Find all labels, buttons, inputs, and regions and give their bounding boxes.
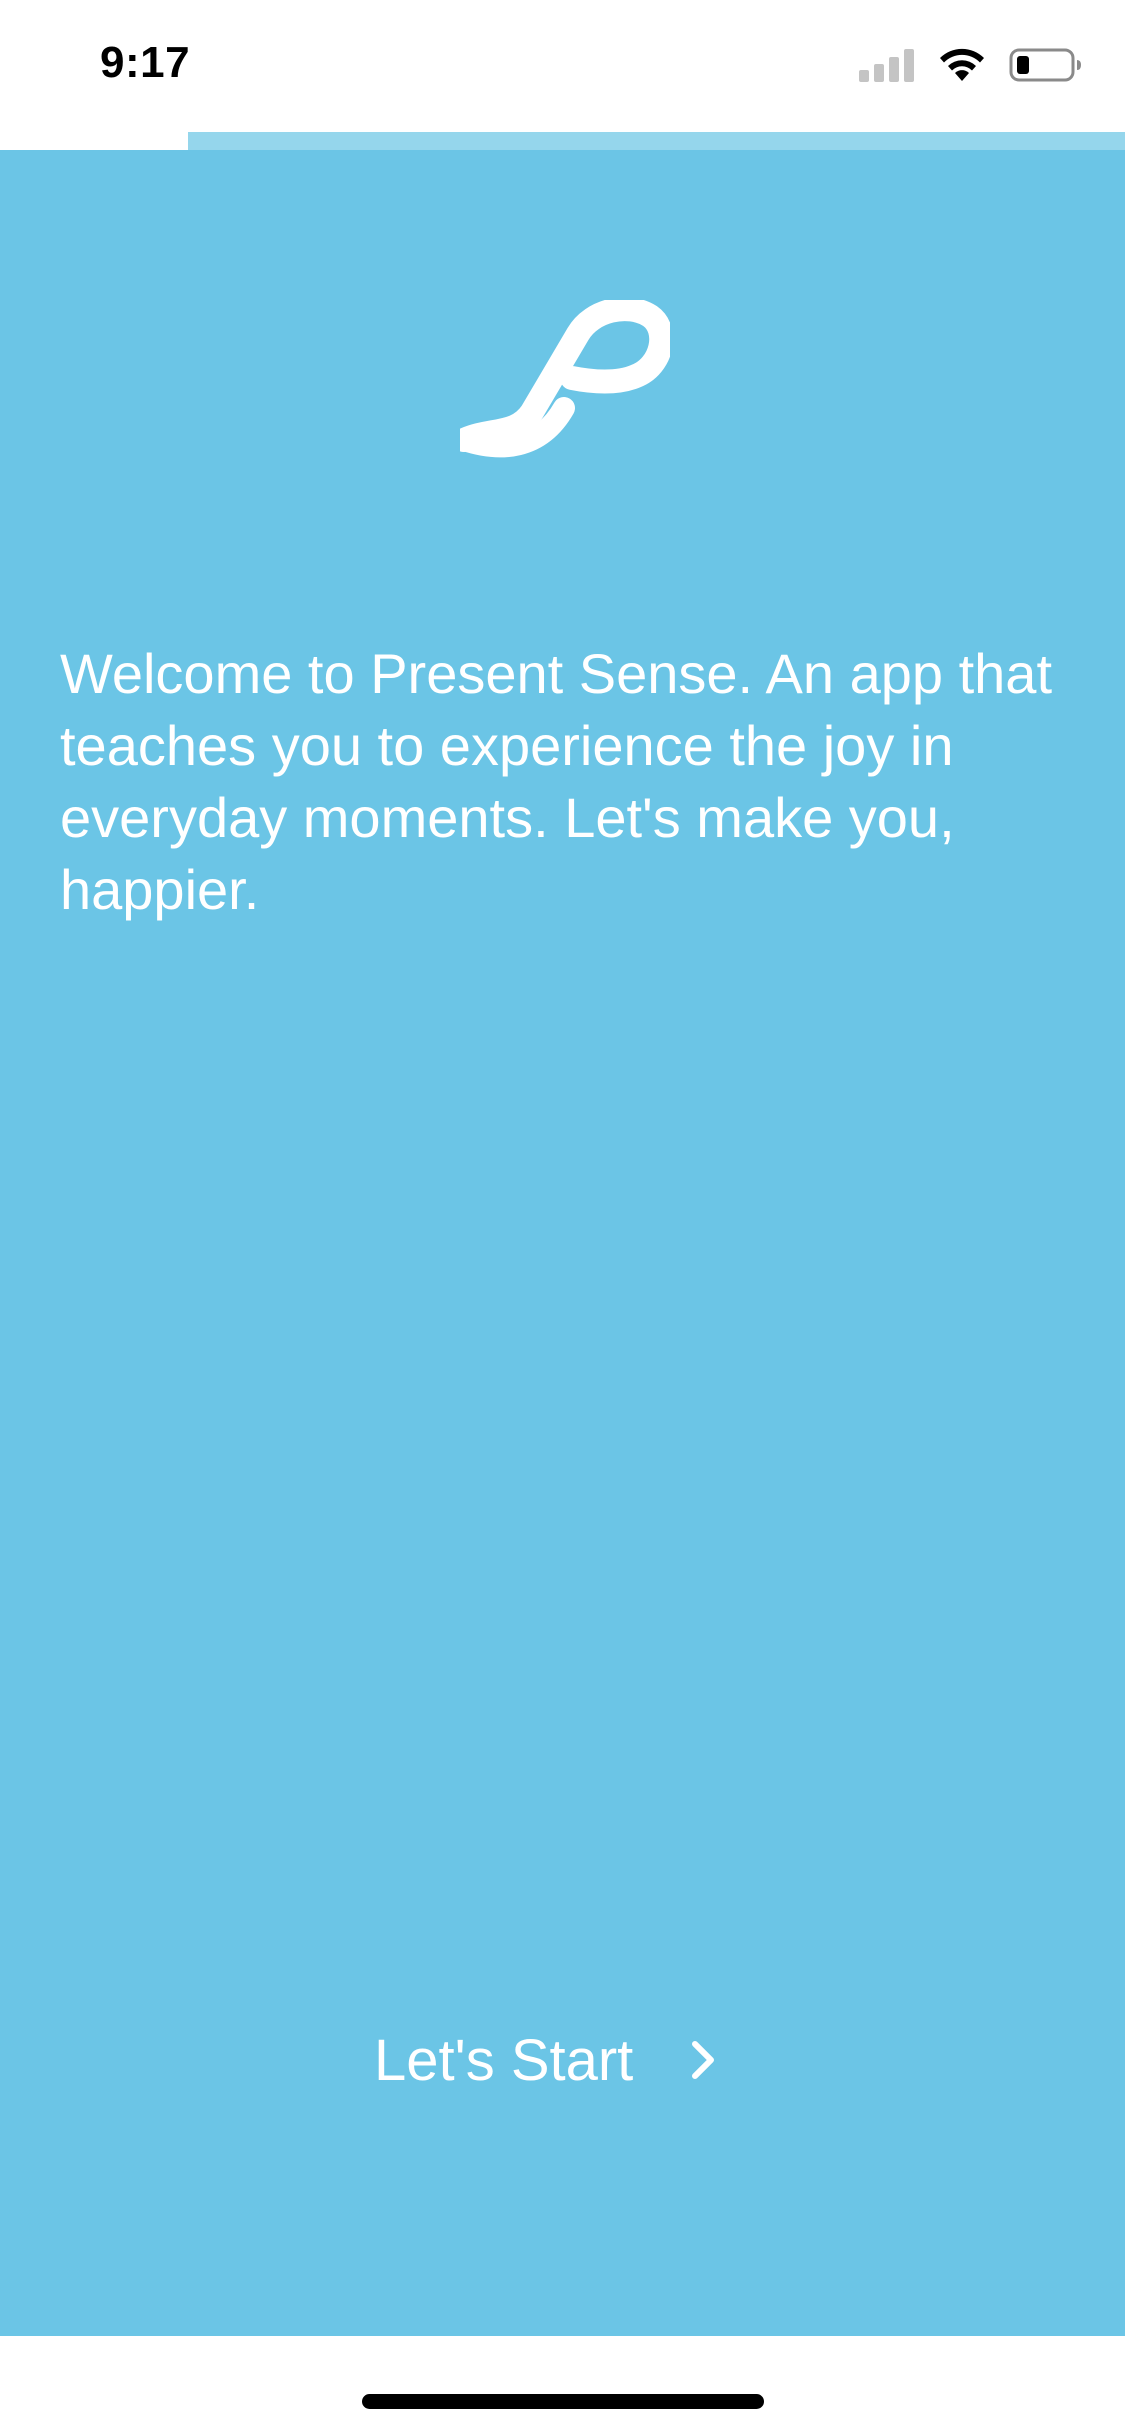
lets-start-button[interactable]: Let's Start [360,2010,770,2110]
onboarding-progress-fill [0,132,188,150]
present-sense-logo-icon [452,297,674,460]
status-bar: 9:17 [0,0,1125,132]
battery-icon [1009,47,1083,88]
onboarding-progress-bar [0,132,1125,150]
onboarding-screen: 9:17 Welcome to Present Sense. An app th… [0,0,1125,2436]
home-indicator-area [0,2336,1125,2436]
status-icons [859,44,1083,90]
home-indicator[interactable] [362,2394,764,2409]
lets-start-label: Let's Start [374,2027,634,2093]
wifi-icon [937,47,987,88]
cellular-signal-icon [859,48,915,87]
welcome-message: Welcome to Present Sense. An app that te… [60,642,1053,921]
welcome-panel: Welcome to Present Sense. An app that te… [0,150,1125,2336]
status-time: 9:17 [100,38,191,87]
chevron-right-icon [689,2038,719,2082]
